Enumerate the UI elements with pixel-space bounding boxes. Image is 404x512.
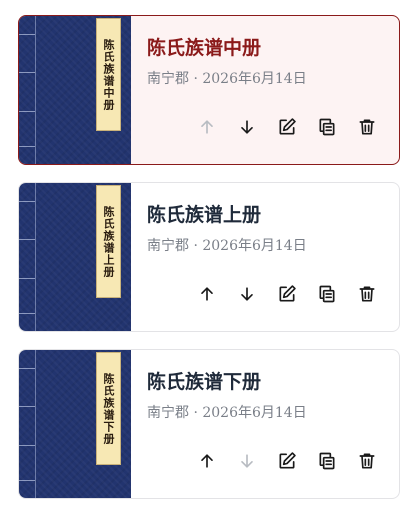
move-up-button[interactable] bbox=[187, 114, 227, 140]
spine-stitch bbox=[19, 368, 35, 369]
move-down-button[interactable] bbox=[227, 448, 267, 474]
copy-button[interactable] bbox=[307, 448, 347, 474]
edit-icon bbox=[279, 118, 296, 135]
trash-icon bbox=[359, 119, 375, 135]
spine-stitch bbox=[19, 278, 35, 279]
book-card-lower[interactable]: 陈氏族谱下册 陈氏族谱下册 南宁郡 · 2026年6月14日 bbox=[18, 349, 400, 499]
book-cover: 陈氏族谱下册 bbox=[19, 350, 131, 498]
edit-icon bbox=[279, 452, 296, 469]
book-cover: 陈氏族谱上册 bbox=[19, 183, 131, 331]
spine-stitch bbox=[19, 239, 35, 240]
copy-button[interactable] bbox=[307, 281, 347, 307]
arrow-up-icon bbox=[201, 120, 213, 134]
book-title: 陈氏族谱中册 bbox=[147, 37, 262, 59]
spine-stitch bbox=[19, 72, 35, 73]
book-meta: 南宁郡 · 2026年6月14日 bbox=[147, 238, 307, 254]
cover-title-text: 陈氏族谱下册 bbox=[102, 372, 115, 445]
cover-title-label: 陈氏族谱中册 bbox=[96, 18, 121, 131]
book-actions bbox=[187, 281, 387, 307]
delete-button[interactable] bbox=[347, 281, 387, 307]
copy-button[interactable] bbox=[307, 114, 347, 140]
book-actions bbox=[187, 114, 387, 140]
cover-title-text: 陈氏族谱上册 bbox=[102, 205, 115, 278]
spine-stitch bbox=[19, 146, 35, 147]
book-spine bbox=[19, 16, 36, 164]
spine-stitch bbox=[19, 313, 35, 314]
copy-icon bbox=[319, 285, 335, 303]
edit-icon bbox=[279, 285, 296, 302]
copy-icon bbox=[319, 118, 335, 136]
trash-icon bbox=[359, 286, 375, 302]
book-meta: 南宁郡 · 2026年6月14日 bbox=[147, 405, 307, 421]
arrow-down-icon bbox=[241, 120, 253, 134]
book-title: 陈氏族谱下册 bbox=[147, 371, 262, 393]
edit-button[interactable] bbox=[267, 281, 307, 307]
book-spine bbox=[19, 183, 36, 331]
move-up-button[interactable] bbox=[187, 448, 227, 474]
trash-icon bbox=[359, 453, 375, 469]
spine-stitch bbox=[19, 111, 35, 112]
edit-button[interactable] bbox=[267, 114, 307, 140]
book-meta: 南宁郡 · 2026年6月14日 bbox=[147, 71, 307, 87]
book-card-middle[interactable]: 陈氏族谱中册 陈氏族谱中册 南宁郡 · 2026年6月14日 bbox=[18, 15, 400, 165]
copy-icon bbox=[319, 452, 335, 470]
delete-button[interactable] bbox=[347, 448, 387, 474]
delete-button[interactable] bbox=[347, 114, 387, 140]
book-cover: 陈氏族谱中册 bbox=[19, 16, 131, 164]
arrow-up-icon bbox=[201, 287, 213, 301]
book-title: 陈氏族谱上册 bbox=[147, 204, 262, 226]
book-card-upper[interactable]: 陈氏族谱上册 陈氏族谱上册 南宁郡 · 2026年6月14日 bbox=[18, 182, 400, 332]
spine-stitch bbox=[19, 406, 35, 407]
cover-title-text: 陈氏族谱中册 bbox=[102, 38, 115, 111]
book-spine bbox=[19, 350, 36, 498]
spine-stitch bbox=[19, 480, 35, 481]
spine-stitch bbox=[19, 201, 35, 202]
arrow-down-icon bbox=[241, 287, 253, 301]
cover-title-label: 陈氏族谱上册 bbox=[96, 185, 121, 298]
arrow-up-icon bbox=[201, 454, 213, 468]
edit-button[interactable] bbox=[267, 448, 307, 474]
move-up-button[interactable] bbox=[187, 281, 227, 307]
arrow-down-icon bbox=[241, 454, 253, 468]
move-down-button[interactable] bbox=[227, 281, 267, 307]
spine-stitch bbox=[19, 445, 35, 446]
spine-stitch bbox=[19, 34, 35, 35]
move-down-button[interactable] bbox=[227, 114, 267, 140]
cover-title-label: 陈氏族谱下册 bbox=[96, 352, 121, 465]
book-actions bbox=[187, 448, 387, 474]
